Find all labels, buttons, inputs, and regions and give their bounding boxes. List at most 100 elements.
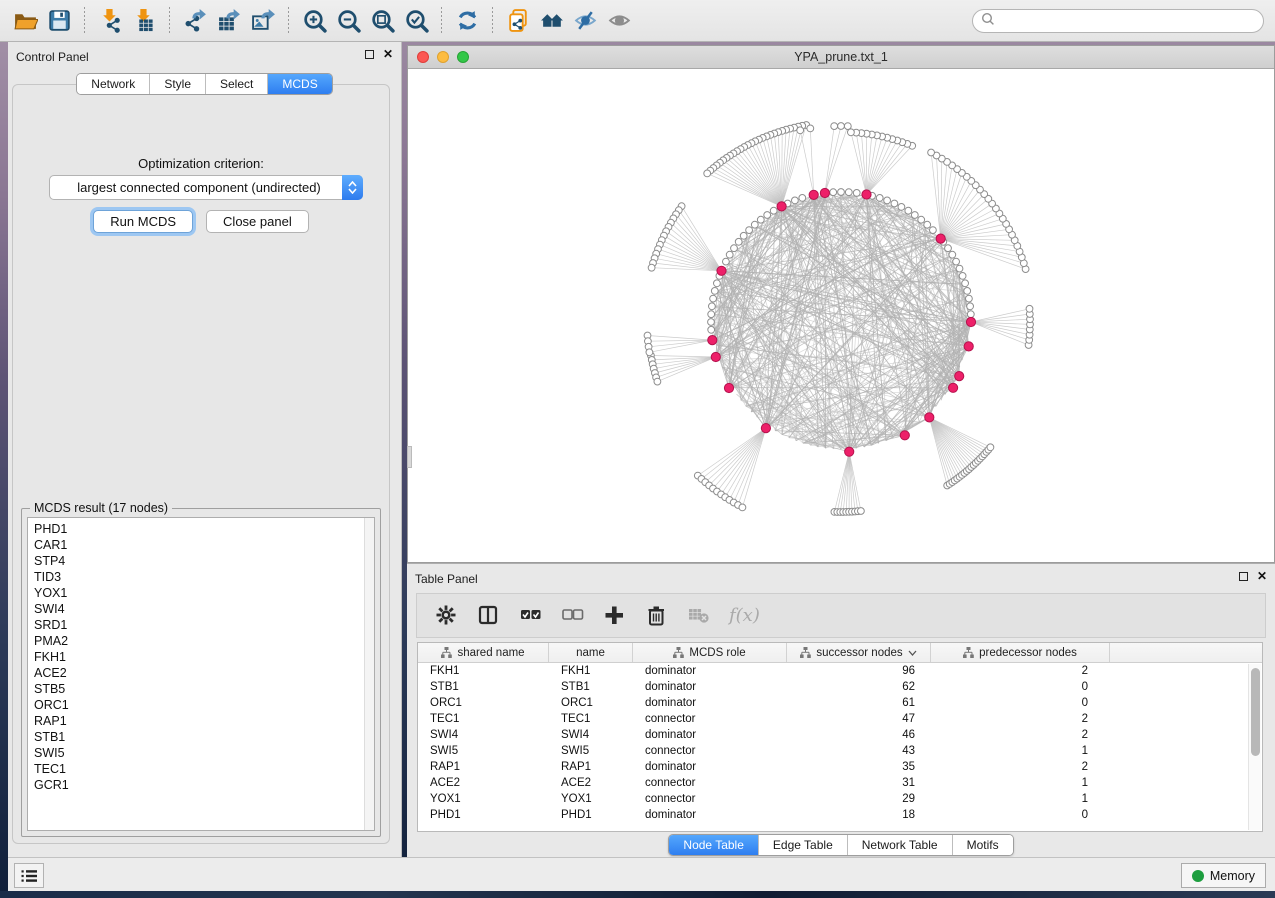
- node-table[interactable]: shared namenameMCDS rolesuccessor nodesp…: [417, 642, 1263, 832]
- zoom-fit-button[interactable]: [365, 4, 399, 38]
- cell-MCDS-role[interactable]: dominator: [633, 679, 787, 695]
- column-header-shared-name[interactable]: shared name: [418, 643, 549, 662]
- close-panel-button[interactable]: Close panel: [206, 210, 309, 233]
- cell-predecessor-nodes[interactable]: 0: [931, 695, 1110, 711]
- minimize-window-icon[interactable]: [437, 51, 449, 63]
- cell-shared-name[interactable]: YOX1: [418, 791, 549, 807]
- mcds-result-item[interactable]: STB1: [34, 729, 374, 745]
- mcds-hub-node[interactable]: [936, 234, 945, 243]
- cell-shared-name[interactable]: ACE2: [418, 775, 549, 791]
- close-window-icon[interactable]: [417, 51, 429, 63]
- table-row[interactable]: ORC1ORC1dominator610: [418, 695, 1262, 711]
- cell-MCDS-role[interactable]: connector: [633, 711, 787, 727]
- cell-name[interactable]: SWI4: [549, 727, 633, 743]
- run-mcds-button[interactable]: Run MCDS: [93, 210, 193, 233]
- table-tab-edge-table[interactable]: Edge Table: [759, 835, 848, 855]
- cell-shared-name[interactable]: TEC1: [418, 711, 549, 727]
- table-row[interactable]: YOX1YOX1connector291: [418, 791, 1262, 807]
- mcds-hub-node[interactable]: [949, 383, 958, 392]
- cell-successor-nodes[interactable]: 96: [787, 663, 931, 679]
- import-table-button[interactable]: [127, 4, 161, 38]
- float-panel-icon[interactable]: [365, 50, 374, 59]
- export-network-button[interactable]: [178, 4, 212, 38]
- mcds-result-item[interactable]: PHD1: [34, 521, 374, 537]
- maximize-window-icon[interactable]: [457, 51, 469, 63]
- mcds-result-item[interactable]: ACE2: [34, 665, 374, 681]
- column-header-successor-nodes[interactable]: successor nodes: [787, 643, 931, 662]
- cell-MCDS-role[interactable]: dominator: [633, 695, 787, 711]
- table-scrollbar[interactable]: [1248, 664, 1261, 830]
- cell-name[interactable]: TEC1: [549, 711, 633, 727]
- cell-name[interactable]: STB1: [549, 679, 633, 695]
- show-all-button[interactable]: [603, 4, 637, 38]
- hide-selected-button[interactable]: [569, 4, 603, 38]
- refresh-layout-button[interactable]: [450, 4, 484, 38]
- cell-successor-nodes[interactable]: 61: [787, 695, 931, 711]
- mcds-result-item[interactable]: RAP1: [34, 713, 374, 729]
- zoom-out-button[interactable]: [331, 4, 365, 38]
- mcds-result-item[interactable]: SWI5: [34, 745, 374, 761]
- cell-name[interactable]: YOX1: [549, 791, 633, 807]
- network-graph[interactable]: [408, 69, 1274, 562]
- mcds-result-item[interactable]: GCR1: [34, 777, 374, 793]
- mcds-list-scrollbar[interactable]: [364, 518, 374, 830]
- task-history-button[interactable]: [14, 863, 44, 888]
- deselect-all-button[interactable]: [561, 604, 584, 627]
- mcds-hub-node[interactable]: [820, 188, 829, 197]
- table-tab-node-table[interactable]: Node Table: [669, 835, 759, 855]
- cell-MCDS-role[interactable]: dominator: [633, 727, 787, 743]
- cell-MCDS-role[interactable]: connector: [633, 791, 787, 807]
- select-all-button[interactable]: [519, 604, 542, 627]
- cell-successor-nodes[interactable]: 46: [787, 727, 931, 743]
- mcds-hub-node[interactable]: [724, 383, 733, 392]
- column-header-name[interactable]: name: [549, 643, 633, 662]
- save-session-button[interactable]: [42, 4, 76, 38]
- mcds-result-item[interactable]: STB5: [34, 681, 374, 697]
- mcds-hub-node[interactable]: [717, 266, 726, 275]
- float-table-panel-icon[interactable]: [1239, 572, 1248, 581]
- column-header-predecessor-nodes[interactable]: predecessor nodes: [931, 643, 1110, 662]
- delete-column-button[interactable]: [645, 604, 668, 627]
- table-tab-motifs[interactable]: Motifs: [953, 835, 1013, 855]
- mcds-hub-node[interactable]: [966, 317, 975, 326]
- zoom-selected-button[interactable]: [399, 4, 433, 38]
- cell-shared-name[interactable]: PHD1: [418, 807, 549, 823]
- tab-mcds[interactable]: MCDS: [268, 74, 331, 94]
- memory-button[interactable]: Memory: [1181, 863, 1266, 888]
- table-row[interactable]: TEC1TEC1connector472: [418, 711, 1262, 727]
- cell-shared-name[interactable]: RAP1: [418, 759, 549, 775]
- network-window-titlebar[interactable]: YPA_prune.txt_1: [408, 46, 1274, 69]
- mcds-hub-node[interactable]: [900, 431, 909, 440]
- cell-name[interactable]: SWI5: [549, 743, 633, 759]
- cell-MCDS-role[interactable]: connector: [633, 775, 787, 791]
- mcds-hub-node[interactable]: [711, 352, 720, 361]
- mcds-result-item[interactable]: SWI4: [34, 601, 374, 617]
- mcds-result-item[interactable]: STP4: [34, 553, 374, 569]
- mcds-result-item[interactable]: ORC1: [34, 697, 374, 713]
- close-panel-icon[interactable]: ✕: [383, 50, 393, 59]
- add-column-button[interactable]: [603, 604, 626, 627]
- export-table-button[interactable]: [212, 4, 246, 38]
- cell-predecessor-nodes[interactable]: 0: [931, 807, 1110, 823]
- table-tab-network-table[interactable]: Network Table: [848, 835, 953, 855]
- mcds-hub-node[interactable]: [845, 447, 854, 456]
- criterion-dropdown[interactable]: largest connected component (undirected): [49, 175, 363, 200]
- tab-network[interactable]: Network: [77, 74, 150, 94]
- export-image-button[interactable]: [246, 4, 280, 38]
- cell-predecessor-nodes[interactable]: 2: [931, 727, 1110, 743]
- panel-splitter-handle[interactable]: [407, 446, 412, 468]
- cell-shared-name[interactable]: FKH1: [418, 663, 549, 679]
- table-row[interactable]: SWI4SWI4dominator462: [418, 727, 1262, 743]
- table-mode-gear-button[interactable]: [435, 604, 458, 627]
- cell-successor-nodes[interactable]: 18: [787, 807, 931, 823]
- mcds-result-item[interactable]: SRD1: [34, 617, 374, 633]
- cell-successor-nodes[interactable]: 35: [787, 759, 931, 775]
- cell-name[interactable]: FKH1: [549, 663, 633, 679]
- mcds-result-item[interactable]: CAR1: [34, 537, 374, 553]
- cell-name[interactable]: ORC1: [549, 695, 633, 711]
- table-row[interactable]: PHD1PHD1dominator180: [418, 807, 1262, 823]
- mcds-result-item[interactable]: PMA2: [34, 633, 374, 649]
- cell-MCDS-role[interactable]: dominator: [633, 759, 787, 775]
- cell-predecessor-nodes[interactable]: 1: [931, 775, 1110, 791]
- cell-predecessor-nodes[interactable]: 1: [931, 791, 1110, 807]
